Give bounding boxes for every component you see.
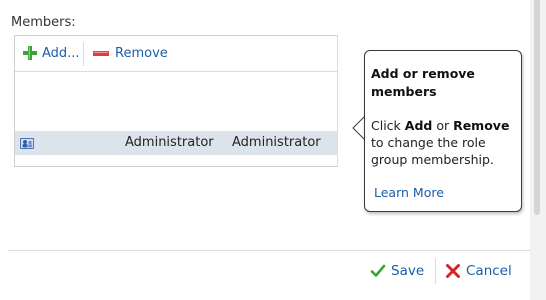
footer-divider	[8, 250, 530, 251]
member-name: Administrator	[125, 135, 214, 150]
learn-more-link[interactable]: Learn More	[374, 185, 444, 200]
close-icon	[446, 264, 460, 278]
checkmark-icon	[370, 264, 386, 277]
cancel-label: Cancel	[466, 263, 512, 279]
member-display-name: Administrator	[232, 135, 321, 150]
remove-member-button[interactable]: Remove	[93, 44, 168, 62]
callout-body-add: Add	[404, 118, 433, 133]
callout-body-remove: Remove	[453, 118, 510, 133]
callout-body: Click Add or Remove to change the role g…	[371, 117, 517, 168]
callout-body-text: Click	[371, 118, 405, 133]
user-group-icon	[20, 138, 34, 149]
scrollbar-thumb[interactable]	[534, 0, 540, 215]
save-label: Save	[391, 263, 425, 279]
save-button[interactable]: Save	[370, 262, 424, 280]
add-member-label: Add...	[42, 45, 80, 61]
callout-body-text: to change the role group membership.	[371, 135, 494, 167]
members-label: Members:	[11, 15, 76, 30]
callout-body-text: or	[432, 118, 454, 133]
add-member-button[interactable]: Add...	[23, 44, 80, 62]
help-callout: Add or remove members Click Add or Remov…	[364, 50, 522, 212]
cancel-button[interactable]: Cancel	[445, 262, 512, 280]
remove-member-label: Remove	[115, 45, 168, 61]
callout-title: Add or remove members	[371, 66, 475, 99]
member-row[interactable]: Administrator Administrator	[15, 131, 337, 155]
members-toolbar: Add... Remove	[15, 36, 337, 72]
footer-separator	[435, 258, 436, 284]
toolbar-separator	[83, 42, 84, 66]
plus-icon	[23, 46, 37, 60]
minus-icon	[93, 51, 109, 56]
members-list-box: Add... Remove Administrator Administrato…	[14, 35, 338, 167]
